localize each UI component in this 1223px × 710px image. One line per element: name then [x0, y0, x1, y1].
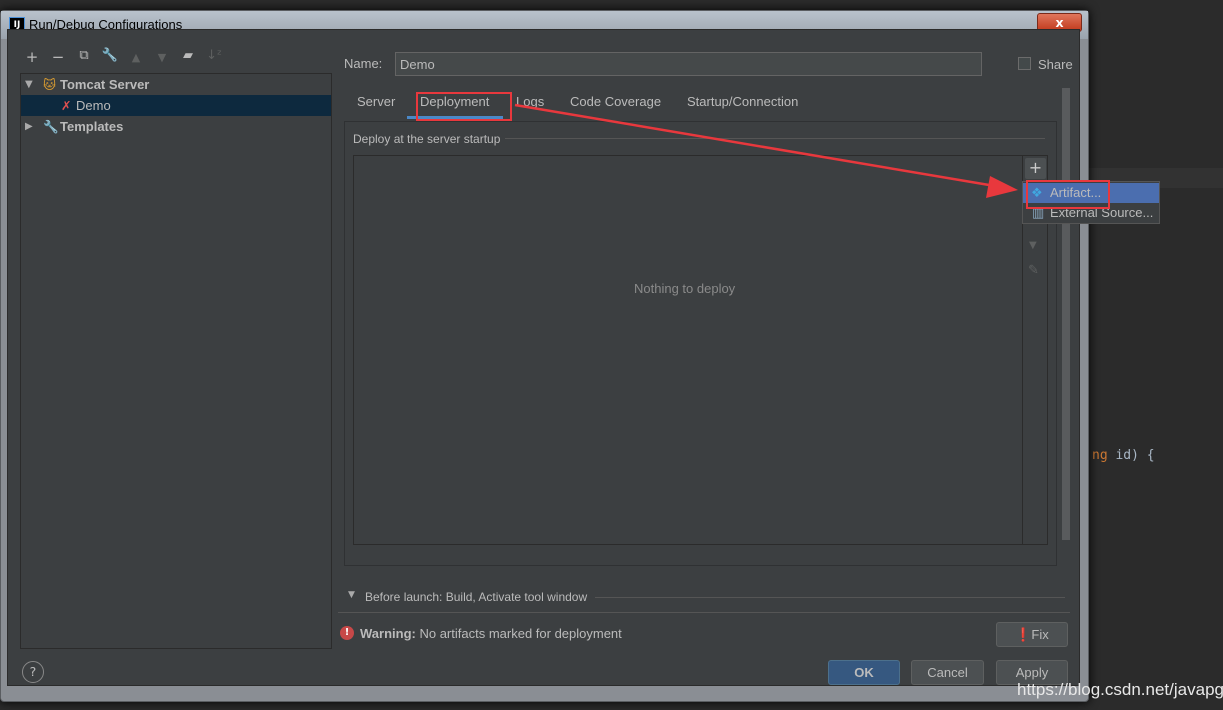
- divider: [595, 597, 1065, 598]
- ok-button[interactable]: OK: [828, 660, 900, 685]
- warning-icon: !: [340, 626, 354, 640]
- error-icon: ❗: [1015, 627, 1032, 642]
- fix-button[interactable]: ❗Fix: [996, 622, 1068, 647]
- divider: [338, 612, 1070, 613]
- before-launch-toggle-icon[interactable]: ▼: [348, 590, 355, 600]
- cancel-button[interactable]: Cancel: [911, 660, 984, 685]
- warning-message: Warning: No artifacts marked for deploym…: [360, 626, 622, 641]
- help-button[interactable]: ?: [22, 661, 44, 683]
- annotation-arrow: [514, 103, 1018, 198]
- watermark: https://blog.csdn.net/javapg: [1017, 680, 1223, 699]
- before-launch-label[interactable]: Before launch: Build, Activate tool wind…: [365, 590, 587, 604]
